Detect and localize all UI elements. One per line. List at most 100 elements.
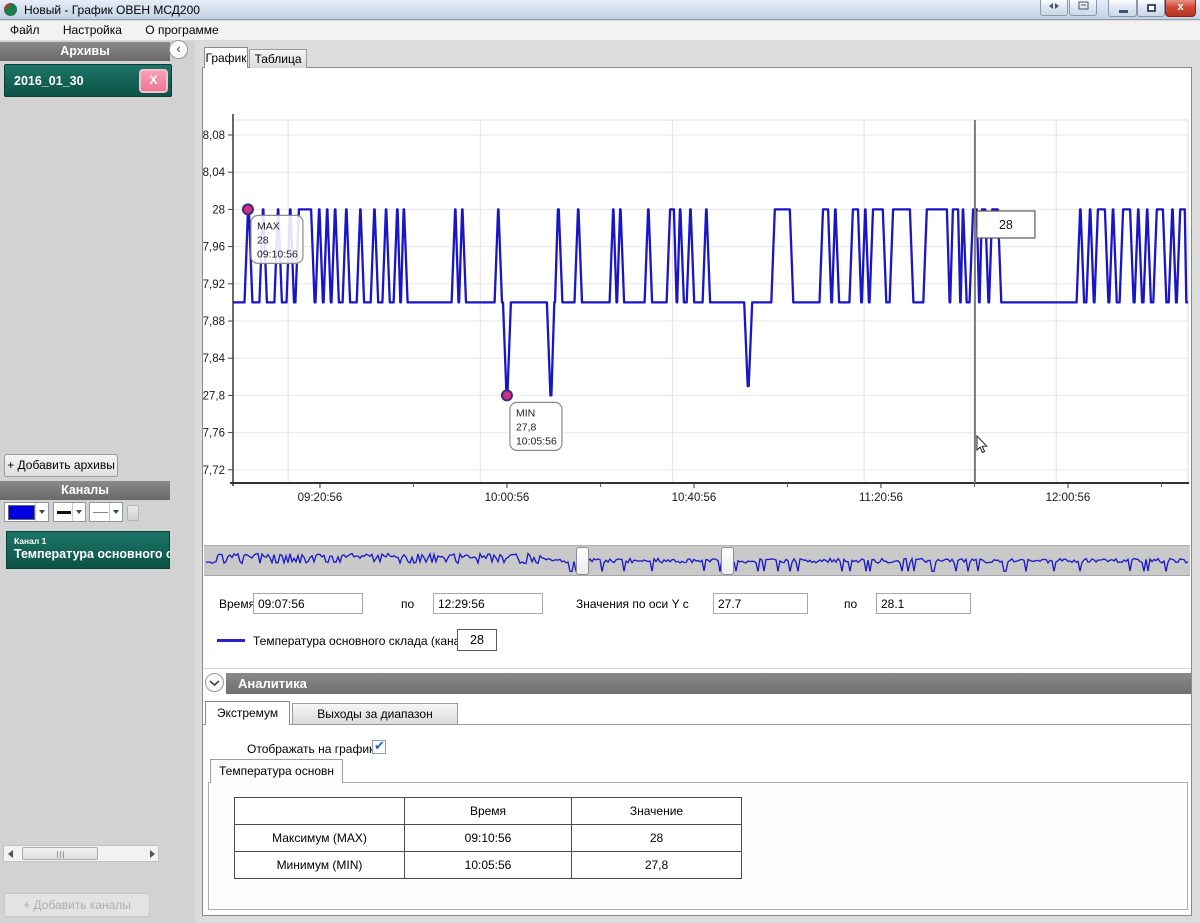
title-bar: Новый - График ОВЕН МСД200 x <box>0 0 1200 20</box>
table-row: Максимум (MAX)09:10:5628 <box>235 825 742 852</box>
thick-line-swatch <box>57 511 71 514</box>
pin-window-icon <box>1078 1 1089 10</box>
extremum-table-header-cell: Время <box>405 798 572 825</box>
svg-text:12:00:56: 12:00:56 <box>1046 492 1091 504</box>
legend-swatch <box>217 639 245 642</box>
chevron-down-icon <box>113 510 119 514</box>
y-from-input[interactable] <box>713 593 808 614</box>
combo-separator <box>35 503 36 521</box>
svg-text:09:10:56: 09:10:56 <box>257 248 298 260</box>
chevron-down-icon <box>209 679 220 687</box>
y-range-label: Значения по оси Y с <box>576 597 689 611</box>
time-from-input[interactable] <box>253 593 363 614</box>
scrollbar-thumb[interactable] <box>22 847 98 860</box>
svg-text:28: 28 <box>212 204 225 216</box>
add-channels-button[interactable]: + Добавить каналы <box>4 893 150 917</box>
archive-item-label: 2016_01_30 <box>14 74 84 88</box>
svg-text:27,8: 27,8 <box>203 390 225 402</box>
minimize-button[interactable] <box>1108 0 1137 17</box>
navigator-handle-left[interactable] <box>576 547 589 575</box>
minimize-icon <box>1119 10 1128 13</box>
svg-text:28: 28 <box>999 218 1013 232</box>
extremum-table: ВремяЗначение Максимум (MAX)09:10:5628Ми… <box>234 797 742 879</box>
channel-style-extra-button[interactable] <box>127 505 139 521</box>
svg-text:09:20:56: 09:20:56 <box>298 492 343 504</box>
extremum-table-cell: 28 <box>572 825 742 852</box>
line-width-select[interactable] <box>89 502 123 522</box>
maximize-button[interactable] <box>1137 0 1165 17</box>
line-style-select[interactable] <box>53 502 86 522</box>
chevron-down-icon <box>39 510 45 514</box>
color-swatch <box>8 505 35 520</box>
sidebar-collapse-button[interactable]: ‹ <box>169 40 188 59</box>
svg-text:27,76: 27,76 <box>203 428 225 440</box>
window-pin-button[interactable] <box>1069 0 1097 16</box>
combo-separator <box>109 503 110 521</box>
close-x-icon: X <box>149 73 157 87</box>
extremum-table-head: ВремяЗначение <box>235 798 742 825</box>
triangle-left-icon <box>8 850 13 858</box>
triangle-right-icon <box>150 850 155 858</box>
to-label-2: по <box>844 597 857 611</box>
svg-text:10:05:56: 10:05:56 <box>516 435 557 447</box>
channels-scrollbar[interactable] <box>3 845 159 862</box>
menu-item-settings[interactable]: Настройка <box>53 21 132 40</box>
time-to-input[interactable] <box>433 593 543 614</box>
extremum-marker <box>502 390 512 400</box>
analytics-tab-line <box>203 724 1191 725</box>
legend-label: Температура основного склада (канал 1) <box>253 634 481 648</box>
svg-text:28,04: 28,04 <box>203 167 226 179</box>
scroll-right-arrow[interactable] <box>150 850 155 858</box>
chevron-left-icon: ‹ <box>176 41 180 56</box>
svg-text:27,8: 27,8 <box>516 421 537 433</box>
archive-item[interactable]: 2016_01_30 X <box>4 64 172 97</box>
channel-color-select[interactable] <box>4 502 49 522</box>
extremum-table-cell: Минимум (MIN) <box>235 852 405 879</box>
archive-close-button[interactable]: X <box>139 69 168 93</box>
archives-header: Архивы <box>0 42 170 61</box>
tab-table[interactable]: Таблица <box>249 49 307 68</box>
svg-text:28,08: 28,08 <box>203 130 225 142</box>
extremum-table-cell: 10:05:56 <box>405 852 572 879</box>
window-title: Новый - График ОВЕН МСД200 <box>24 3 200 17</box>
extremum-table-cell: 09:10:56 <box>405 825 572 852</box>
extremum-table-header-cell: Значение <box>572 798 742 825</box>
combo-separator <box>72 503 73 521</box>
main-panel: 28,0828,042827,9627,9227,8827,8427,827,7… <box>202 67 1192 916</box>
y-to-input[interactable] <box>876 593 971 614</box>
channels-header: Каналы <box>0 481 170 500</box>
show-on-chart-checkbox[interactable]: ✔ <box>372 740 386 754</box>
channel-item-tag: Канал 1 <box>14 536 46 546</box>
tab-chart[interactable]: График <box>204 47 248 68</box>
extremum-table-cell: 27,8 <box>572 852 742 879</box>
window-split-button[interactable] <box>1040 0 1068 16</box>
navigator-waveform <box>204 546 1190 575</box>
check-icon: ✔ <box>374 738 385 754</box>
tab-extremum[interactable]: Экстремум <box>205 701 290 725</box>
channel-subtab[interactable]: Температура основн <box>210 759 343 783</box>
menu-item-about[interactable]: О программе <box>135 21 228 40</box>
svg-text:28: 28 <box>257 234 269 246</box>
channel-item[interactable]: Канал 1 Температура основного ск <box>6 531 170 569</box>
legend-value-box[interactable]: 28 <box>457 629 497 651</box>
maximize-icon <box>1147 4 1156 12</box>
navigator-handle-right[interactable] <box>721 547 734 575</box>
scroll-left-arrow[interactable] <box>8 850 13 858</box>
svg-text:27,84: 27,84 <box>203 353 226 365</box>
close-button[interactable]: x <box>1165 0 1196 17</box>
chart-plot[interactable]: 28,0828,042827,9627,9227,8827,8427,827,7… <box>203 68 1193 528</box>
analytics-collapse-button[interactable] <box>205 673 224 692</box>
add-archives-button[interactable]: + Добавить архивы <box>4 454 118 477</box>
thumb-grip-icon <box>57 851 65 858</box>
svg-text:MIN: MIN <box>516 407 535 419</box>
app-logo-icon <box>4 3 17 16</box>
svg-text:27,88: 27,88 <box>203 316 225 328</box>
navigator-strip[interactable] <box>204 545 1190 576</box>
menu-bar: Файл Настройка О программе <box>0 21 1200 41</box>
extremum-table-cell: Максимум (MAX) <box>235 825 405 852</box>
to-label-1: по <box>401 597 414 611</box>
extremum-table-header-cell <box>235 798 405 825</box>
menu-item-file[interactable]: Файл <box>0 21 50 40</box>
svg-text:11:20:56: 11:20:56 <box>859 492 903 504</box>
tab-range-violations[interactable]: Выходы за диапазон <box>292 703 458 725</box>
